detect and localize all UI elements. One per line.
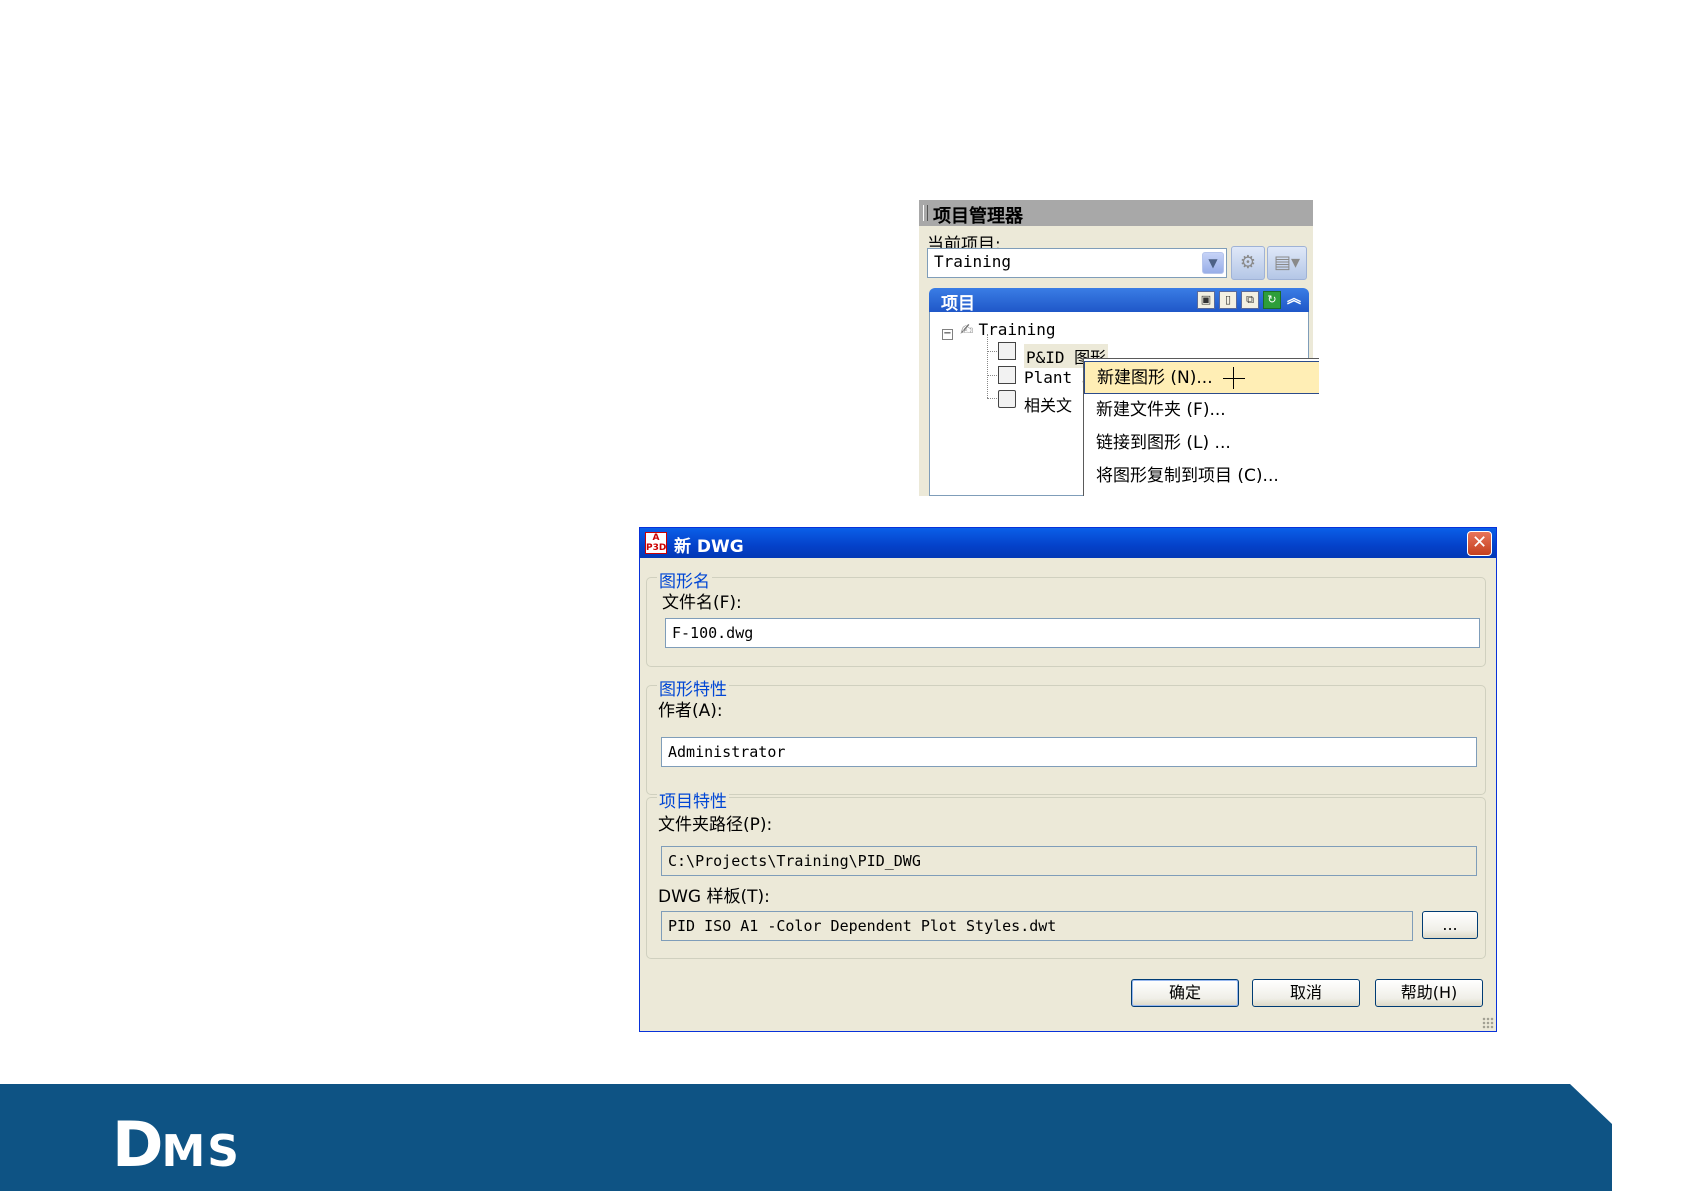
folder-path-field: C:\Projects\Training\PID_DWG bbox=[661, 846, 1477, 876]
resize-grip-icon[interactable] bbox=[1482, 1017, 1494, 1029]
folder-icon bbox=[998, 390, 1016, 408]
app-icon-text: P3D bbox=[646, 543, 667, 553]
file-name-input[interactable]: F-100.dwg bbox=[665, 618, 1480, 648]
panel-titlebar[interactable]: 项目管理器 bbox=[919, 200, 1313, 227]
browse-template-button[interactable]: ... bbox=[1422, 911, 1478, 939]
menu-item-new-folder[interactable]: 新建文件夹 (F)... bbox=[1084, 394, 1319, 427]
logo-letters-ms: MS bbox=[161, 1126, 241, 1177]
tree-item-label: Training bbox=[978, 320, 1056, 339]
dialog-titlebar[interactable]: A P3D 新 DWG ✕ bbox=[640, 528, 1496, 558]
refresh-icon[interactable]: ↻ bbox=[1263, 291, 1281, 309]
group-legend: 项目特性 bbox=[657, 787, 729, 812]
author-label: 作者(A): bbox=[658, 701, 723, 721]
help-button[interactable]: 帮助(H) bbox=[1375, 979, 1483, 1007]
menu-item-copy-drawing-to-project[interactable]: 将图形复制到项目 (C)... bbox=[1084, 460, 1319, 493]
tree-line bbox=[987, 375, 997, 376]
project-properties-group: 项目特性 文件夹路径(P): C:\Projects\Training\PID_… bbox=[646, 787, 1486, 959]
close-button[interactable]: ✕ bbox=[1467, 531, 1492, 556]
menu-item-link-to-drawing[interactable]: 链接到图形 (L) ... bbox=[1084, 427, 1319, 460]
context-menu: 新建图形 (N)... 新建文件夹 (F)... 链接到图形 (L) ... 将… bbox=[1083, 358, 1319, 496]
current-project-value: Training bbox=[934, 252, 1012, 271]
footer-banner bbox=[0, 1084, 1612, 1191]
copy-drawing-icon[interactable]: ⧉ bbox=[1241, 291, 1259, 309]
tree-item-training[interactable]: ✍ Training bbox=[960, 320, 1056, 339]
dwg-template-field: PID ISO A1 -Color Dependent Plot Styles.… bbox=[661, 911, 1413, 941]
current-project-dropdown[interactable]: Training ▼ bbox=[927, 248, 1227, 278]
new-dwg-dialog: A P3D 新 DWG ✕ 图形名 文件名(F): F-100.dwg 图形特性 … bbox=[639, 527, 1497, 1032]
logo-letter-d: D bbox=[112, 1108, 163, 1181]
collapse-icon[interactable]: − bbox=[942, 329, 953, 340]
tree-item-related-files[interactable]: 相关文 bbox=[1024, 392, 1072, 416]
plant3d-app-icon: A P3D bbox=[645, 532, 667, 554]
dms-logo: DMS bbox=[112, 1108, 241, 1181]
author-input[interactable]: Administrator bbox=[661, 737, 1477, 767]
drawing-name-group: 图形名 文件名(F): F-100.dwg bbox=[646, 567, 1486, 667]
panel-title: 项目管理器 bbox=[933, 206, 1023, 227]
project-settings-button[interactable]: ⚙ bbox=[1231, 246, 1265, 280]
tree-line bbox=[987, 351, 997, 352]
collapse-chevron-icon[interactable]: ︽ bbox=[1285, 291, 1303, 309]
tree-line bbox=[987, 334, 988, 398]
drag-grip-icon[interactable] bbox=[923, 205, 928, 221]
project-section-header: 项目 ▣ ▯ ⧉ ↻ ︽ bbox=[929, 288, 1309, 314]
folder-path-label: 文件夹路径(P): bbox=[658, 815, 773, 835]
tree-line bbox=[987, 398, 997, 399]
new-folder-icon[interactable]: ▣ bbox=[1197, 291, 1215, 309]
menu-item-new-drawing[interactable]: 新建图形 (N)... bbox=[1084, 361, 1319, 394]
crosshair-cursor-icon bbox=[1223, 367, 1245, 389]
project-section-label: 项目 bbox=[941, 294, 975, 314]
tree-item-label: Plant 3 bbox=[1024, 368, 1092, 387]
project-icon: ✍ bbox=[960, 320, 974, 339]
ok-button[interactable]: 确定 bbox=[1131, 979, 1239, 1007]
tree-item-plant3d[interactable]: Plant 3 bbox=[1024, 368, 1091, 387]
file-name-label: 文件名(F): bbox=[662, 593, 742, 613]
dialog-title: 新 DWG bbox=[674, 537, 744, 557]
cancel-button[interactable]: 取消 bbox=[1252, 979, 1360, 1007]
project-copy-dropdown-button[interactable]: ▤▾ bbox=[1267, 246, 1307, 280]
plant3d-icon bbox=[998, 366, 1016, 384]
tree-item-label: 相关文 bbox=[1024, 396, 1073, 415]
chevron-down-icon[interactable]: ▼ bbox=[1202, 252, 1224, 274]
pid-drawings-icon bbox=[998, 342, 1016, 360]
new-drawing-icon[interactable]: ▯ bbox=[1219, 291, 1237, 309]
drawing-properties-group: 图形特性 作者(A): Administrator bbox=[646, 675, 1486, 795]
dwg-template-label: DWG 样板(T): bbox=[658, 887, 770, 907]
